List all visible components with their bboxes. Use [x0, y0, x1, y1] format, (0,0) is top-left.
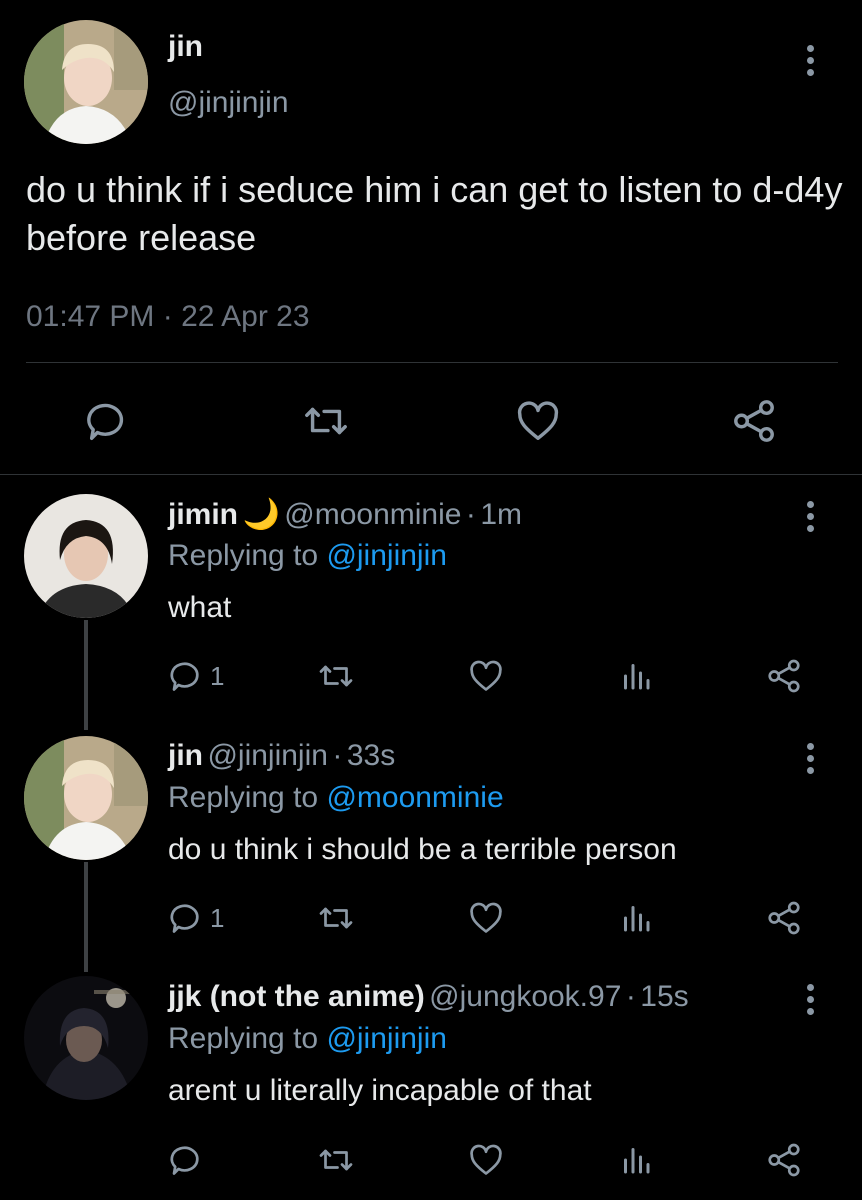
user-handle[interactable]: @jinjinjin	[168, 86, 289, 120]
replying-prefix: Replying to	[168, 781, 319, 814]
like-icon	[470, 660, 502, 691]
like-button[interactable]	[515, 398, 561, 444]
reply-icon	[170, 662, 199, 691]
more-options-icon[interactable]	[805, 501, 815, 532]
analytics-icon	[624, 664, 650, 690]
reply-button[interactable]: 1	[168, 658, 224, 694]
retweet-icon	[319, 907, 353, 929]
retweet-button[interactable]	[300, 398, 352, 444]
meta-separator: ·	[162, 300, 173, 333]
tweet-date: 22 Apr 23	[181, 300, 310, 333]
like-button[interactable]	[468, 658, 504, 694]
display-name[interactable]: jin	[168, 30, 203, 64]
reply-icon	[87, 403, 124, 440]
display-name[interactable]: jin	[168, 739, 203, 772]
reply-text: what	[168, 591, 232, 624]
avatar-jimin[interactable]	[24, 494, 148, 618]
analytics-button[interactable]	[618, 1142, 654, 1178]
like-button[interactable]	[468, 900, 504, 936]
retweet-icon	[305, 407, 347, 435]
retweet-button[interactable]	[316, 1142, 356, 1178]
share-icon	[768, 901, 800, 935]
retweet-icon	[319, 1149, 353, 1171]
meta-separator: ·	[465, 498, 476, 531]
avatar-jin[interactable]	[24, 736, 148, 860]
replying-to-link[interactable]: @jinjinjin	[326, 539, 447, 572]
reply-text: do u think i should be a terrible person	[168, 833, 677, 866]
thread-line	[84, 862, 88, 972]
replying-to: Replying to @moonminie	[168, 781, 504, 815]
reply-time: 33s	[346, 739, 396, 772]
meta-separator: ·	[625, 980, 636, 1013]
replying-to: Replying to @jinjinjin	[168, 1022, 447, 1056]
reply-header: jin @jinjinjin · 33s	[168, 739, 395, 773]
user-handle[interactable]: @moonminie	[284, 498, 461, 531]
share-icon	[734, 400, 774, 442]
retweet-button[interactable]	[316, 658, 356, 694]
more-options-icon[interactable]	[805, 45, 815, 76]
reply-count: 1	[210, 902, 225, 933]
meta-separator: ·	[332, 739, 343, 772]
replying-prefix: Replying to	[168, 1022, 319, 1055]
share-button[interactable]	[766, 1142, 802, 1178]
replying-to-link[interactable]: @moonminie	[326, 781, 503, 814]
like-icon	[470, 902, 502, 933]
like-icon	[517, 401, 559, 440]
reply-time: 15s	[640, 980, 689, 1013]
display-name[interactable]: jjk (not the anime)	[168, 980, 425, 1013]
avatar-jin[interactable]	[24, 20, 148, 144]
like-icon	[470, 1144, 502, 1175]
moon-emoji: 🌙	[242, 498, 280, 531]
retweet-button[interactable]	[316, 900, 356, 936]
more-options-icon[interactable]	[805, 984, 815, 1015]
reply-header: jimin 🌙 @moonminie · 1m	[168, 497, 522, 532]
reply-button[interactable]	[84, 398, 130, 444]
reply-button[interactable]: 1	[168, 900, 224, 936]
reply-count: 1	[210, 660, 225, 691]
reply-icon	[170, 1146, 199, 1175]
share-icon	[768, 659, 800, 693]
reply-button[interactable]	[168, 1142, 204, 1178]
display-name[interactable]: jimin	[168, 498, 238, 531]
reply-time: 1m	[480, 498, 523, 531]
share-button[interactable]	[766, 900, 802, 936]
share-button[interactable]	[730, 398, 778, 444]
avatar-jjk[interactable]	[24, 976, 148, 1100]
analytics-button[interactable]	[618, 900, 654, 936]
thread-line	[84, 620, 88, 730]
analytics-icon	[624, 1148, 650, 1174]
reply-icon	[170, 904, 199, 933]
tweet-time: 01:47 PM	[26, 300, 155, 333]
share-button[interactable]	[766, 658, 802, 694]
user-handle[interactable]: @jinjinjin	[207, 739, 328, 772]
tweet-text: do u think if i seduce him i can get to …	[26, 169, 843, 258]
divider	[0, 474, 862, 475]
replying-prefix: Replying to	[168, 539, 319, 572]
analytics-icon	[624, 906, 650, 932]
reply-header: jjk (not the anime) @jungkook.97 · 15s	[168, 980, 689, 1014]
share-icon	[768, 1143, 800, 1177]
user-handle[interactable]: @jungkook.97	[429, 980, 621, 1013]
divider	[26, 362, 838, 363]
analytics-button[interactable]	[618, 658, 654, 694]
replying-to: Replying to @jinjinjin	[168, 539, 447, 573]
tweet-timestamp: 01:47 PM · 22 Apr 23	[26, 300, 310, 334]
retweet-icon	[319, 665, 353, 687]
more-options-icon[interactable]	[805, 743, 815, 774]
like-button[interactable]	[468, 1142, 504, 1178]
reply-text: arent u literally incapable of that	[168, 1074, 592, 1107]
replying-to-link[interactable]: @jinjinjin	[326, 1022, 447, 1055]
